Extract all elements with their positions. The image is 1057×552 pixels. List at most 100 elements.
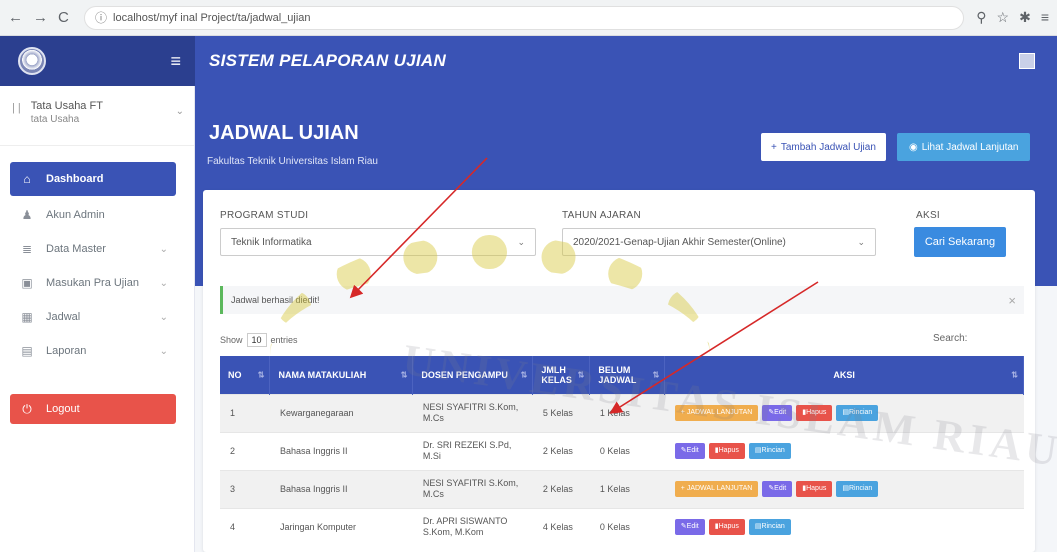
address-bar[interactable]: ⓘ localhost/myf inal Project/ta/jadwal_u… — [84, 5, 965, 30]
main-card: PROGRAM STUDI Teknik Informatika ⌄ TAHUN… — [203, 190, 1035, 552]
edit-button[interactable]: ✎Edit — [674, 519, 705, 536]
sidebar-item-label: Logout — [46, 403, 80, 415]
user-role: tata Usaha — [30, 114, 80, 125]
info-icon[interactable]: ⓘ — [95, 9, 107, 26]
cell-dosen: Dr. SRI REZEKI S.Pd, M.Si — [412, 431, 533, 470]
advanced-schedule-button[interactable]: + JADWAL LANJUTAN — [674, 405, 759, 421]
view-advanced-schedule-button[interactable]: ◉ Lihat Jadwal Lanjutan — [897, 133, 1031, 161]
edit-button[interactable]: ✎Edit — [674, 443, 705, 459]
chevron-down-icon: ⌄ — [159, 345, 168, 357]
bookmark-star-icon[interactable]: ☆ — [997, 9, 1010, 26]
zoom-icon[interactable]: ⚲ — [976, 9, 986, 26]
tahun-select[interactable]: 2020/2021-Genap-Ujian Akhir Semester(Onl… — [562, 228, 876, 256]
plus-icon: + — [771, 141, 777, 153]
col-header-belum[interactable]: BELUM JADWAL ⇅ — [589, 356, 666, 394]
edit-button[interactable]: ✎Edit — [762, 405, 793, 421]
sidebar-item-label: Akun Admin — [46, 209, 105, 221]
back-icon[interactable]: ← — [8, 9, 23, 26]
table-row: 4 Jaringan Komputer Dr. APRI SISWANTO S.… — [220, 507, 1024, 546]
sidebar-item-label: Laporan — [46, 345, 87, 357]
search-button[interactable]: Cari Sekarang — [914, 227, 1006, 257]
cell-no: 4 — [220, 507, 270, 546]
aksi-label: AKSI — [916, 210, 940, 221]
entries-label: entries — [270, 335, 298, 345]
tahun-label: TAHUN AJARAN — [562, 210, 641, 221]
power-icon: ⏻ — [22, 401, 32, 416]
cell-kelas: 2 Kelas — [532, 431, 590, 470]
browser-toolbar: ← → C ⓘ localhost/myf inal Project/ta/ja… — [0, 0, 1057, 36]
user-icon: ♟ — [21, 208, 33, 222]
cell-matakuliah: Jaringan Komputer — [269, 507, 413, 546]
chevron-down-icon: ⌄ — [159, 243, 168, 255]
col-header-aksi[interactable]: AKSI ⇅ — [664, 356, 1024, 394]
search-label: Search: — [933, 333, 968, 344]
eye-icon: ◉ — [909, 141, 918, 153]
entries-select[interactable]: 10 — [246, 333, 267, 347]
chevron-down-icon: ⌄ — [159, 311, 168, 323]
sidebar-item-jadwal[interactable]: ▦ Jadwal ⌄ — [10, 302, 176, 332]
alert-message: Jadwal berhasil diedit! — [231, 295, 320, 305]
program-label: PROGRAM STUDI — [220, 210, 309, 221]
logout-button[interactable]: ⏻ Logout — [10, 394, 176, 424]
browser-nav: ← → C — [8, 9, 84, 26]
cell-belum: 1 Kelas — [589, 393, 665, 432]
col-header-dosen[interactable]: DOSEN PENGAMPU ⇅ — [412, 356, 534, 394]
sidebar: | | Tata Usaha FT tata Usaha ⌄ ⌂ Dashboa… — [0, 86, 195, 552]
sidebar-item-data-master[interactable]: ≣ Data Master ⌄ — [10, 234, 176, 264]
chevron-down-icon: ⌄ — [517, 236, 525, 247]
edit-button[interactable]: ✎Edit — [762, 481, 793, 497]
user-panel[interactable]: | | Tata Usaha FT tata Usaha ⌄ — [0, 86, 194, 146]
sidebar-item-dashboard[interactable]: ⌂ Dashboard — [10, 162, 176, 196]
tahun-select-value: 2020/2021-Genap-Ujian Akhir Semester(Onl… — [573, 236, 786, 248]
sidebar-item-label: Jadwal — [46, 311, 81, 323]
col-header-matakuliah[interactable]: NAMA MATAKULIAH ⇅ — [269, 356, 414, 394]
cell-dosen: Dr. APRI SISWANTO S.Kom, M.Kom — [412, 507, 533, 546]
table-search-input[interactable] — [967, 330, 1023, 348]
reload-icon[interactable]: C — [58, 9, 69, 26]
delete-button[interactable]: ▮Hapus — [708, 443, 745, 459]
detail-button[interactable]: ▤Rincian — [836, 481, 879, 497]
chevron-down-icon: ⌄ — [857, 236, 865, 247]
col-header-kelas[interactable]: JMLH KELAS ⇅ — [532, 356, 591, 394]
table-row: 2 Bahasa Inggris II Dr. SRI REZEKI S.Pd,… — [220, 431, 1024, 470]
home-icon: ⌂ — [23, 172, 31, 186]
brand: ≡ — [0, 36, 195, 86]
form-icon: ▣ — [21, 276, 33, 290]
university-logo — [18, 47, 46, 75]
cell-matakuliah: Bahasa Inggris II — [269, 469, 413, 508]
delete-button[interactable]: ▮Hapus — [796, 405, 833, 421]
advanced-schedule-button[interactable]: + JADWAL LANJUTAN — [674, 481, 759, 497]
cell-aksi: + JADWAL LANJUTAN ✎Edit ▮Hapus ▤Rincian — [664, 469, 1024, 508]
sidebar-item-laporan[interactable]: ▤ Laporan ⌄ — [10, 336, 176, 366]
cell-no: 3 — [220, 469, 270, 508]
report-icon: ▤ — [21, 344, 33, 358]
extension-icon[interactable]: ✱ — [1019, 9, 1031, 26]
forward-icon[interactable]: → — [33, 9, 48, 26]
delete-button[interactable]: ▮Hapus — [796, 481, 833, 497]
user-avatar-icon[interactable] — [1019, 53, 1035, 69]
sidebar-item-pra-ujian[interactable]: ▣ Masukan Pra Ujian ⌄ — [10, 268, 176, 298]
menu-toggle-icon[interactable]: ≡ — [170, 51, 181, 72]
cell-aksi: ✎Edit ▮Hapus ▤Rincian — [664, 507, 1024, 546]
table-row: 3 Bahasa Inggris II NESI SYAFITRI S.Kom,… — [220, 469, 1024, 508]
detail-button[interactable]: ▤Rincian — [748, 443, 791, 459]
cell-matakuliah: Kewarganegaraan — [269, 393, 413, 432]
cell-belum: 0 Kelas — [589, 507, 665, 546]
cell-no: 2 — [220, 431, 270, 470]
show-label: Show — [220, 335, 243, 345]
cell-aksi: ✎Edit ▮Hapus ▤Rincian — [664, 431, 1024, 470]
program-select[interactable]: Teknik Informatika ⌄ — [220, 228, 536, 256]
chevron-down-icon[interactable]: ⌄ — [176, 106, 184, 117]
browser-menu-icon[interactable]: ≡ — [1041, 9, 1049, 26]
user-name: Tata Usaha FT — [30, 100, 103, 112]
cell-kelas: 5 Kelas — [532, 393, 590, 432]
top-navbar: ≡ SISTEM PELAPORAN UJIAN — [0, 36, 1057, 86]
detail-button[interactable]: ▤Rincian — [748, 519, 791, 536]
page-title: JADWAL UJIAN — [209, 122, 359, 144]
add-schedule-button[interactable]: + Tambah Jadwal Ujian — [761, 133, 886, 161]
delete-button[interactable]: ▮Hapus — [708, 519, 745, 536]
close-icon[interactable]: × — [1008, 293, 1016, 308]
sidebar-item-akun-admin[interactable]: ♟ Akun Admin — [10, 200, 176, 230]
detail-button[interactable]: ▤Rincian — [836, 405, 879, 421]
col-header-no[interactable]: NO ⇅ — [220, 356, 271, 394]
